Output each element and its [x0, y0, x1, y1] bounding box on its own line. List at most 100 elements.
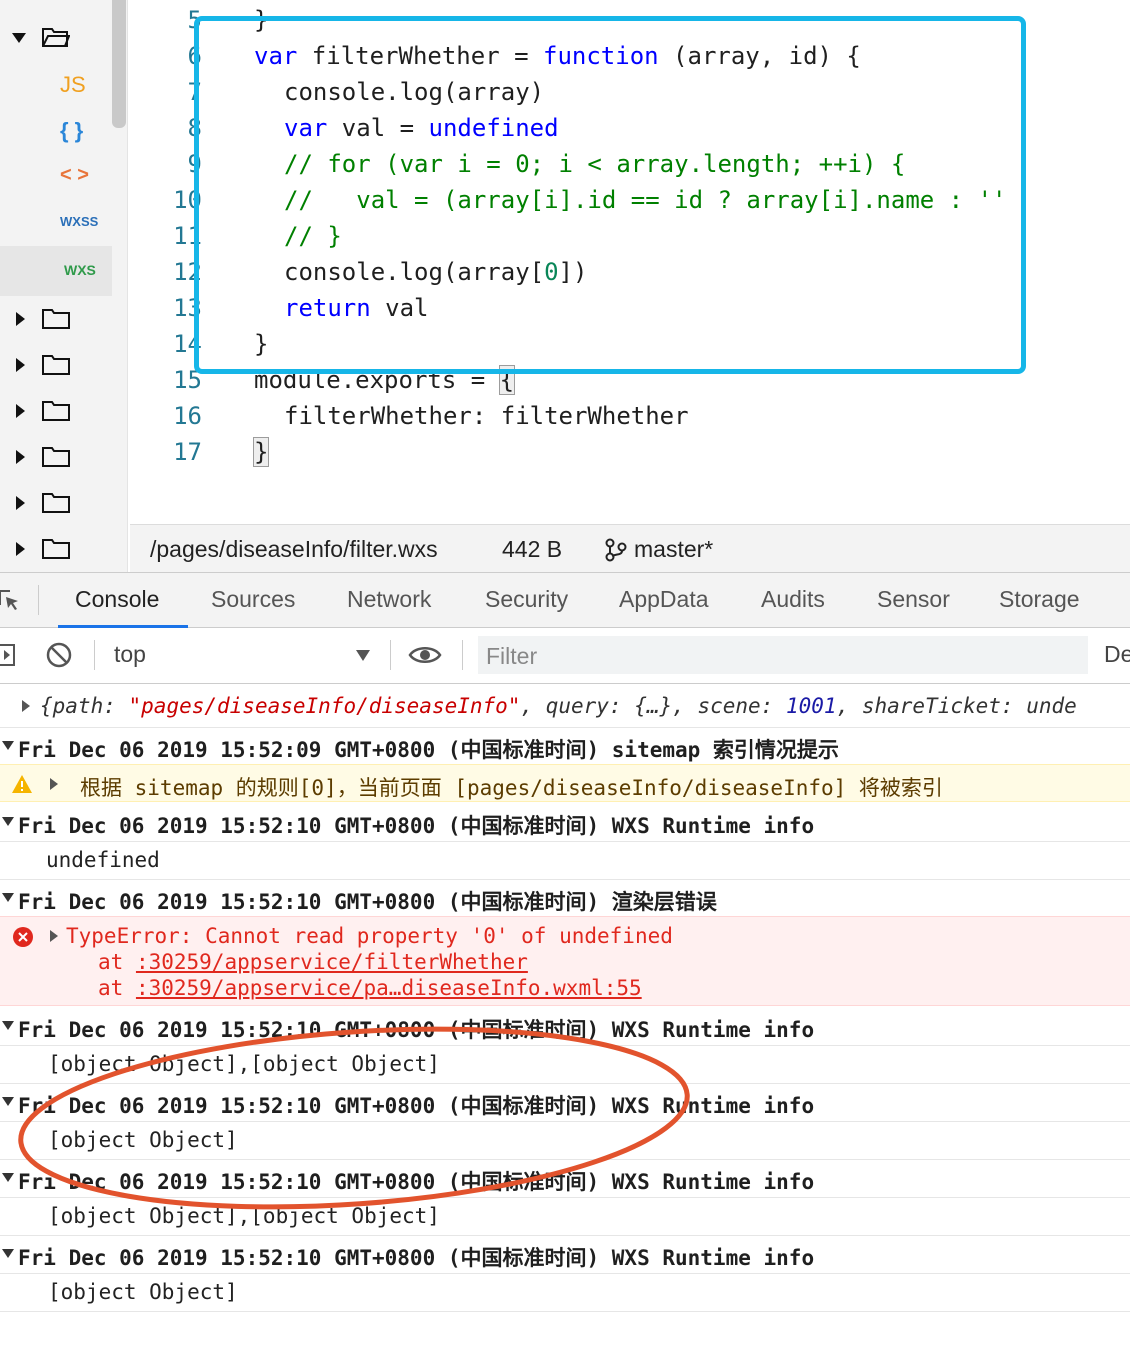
- code-text: filterWhether: filterWhether: [284, 402, 689, 430]
- clear-console-icon[interactable]: [46, 642, 72, 668]
- wxss-file-icon[interactable]: WXSS: [60, 214, 98, 229]
- folder-icon[interactable]: [42, 354, 70, 376]
- console-object-row[interactable]: {path: "pages/diseaseInfo/diseaseInfo", …: [40, 694, 1130, 718]
- file-tree-sidebar: JS { } < > WXSS WXS: [0, 0, 128, 572]
- tab-sensor[interactable]: Sensor: [877, 586, 950, 613]
- warning-icon: [12, 775, 32, 793]
- group-expand-icon[interactable]: [2, 1097, 14, 1106]
- stack-at: at: [98, 976, 136, 1000]
- folder-icon[interactable]: [42, 446, 70, 468]
- line-number: 5: [187, 6, 202, 34]
- code-line-16: filterWhether: filterWhether: [284, 402, 689, 430]
- folder-icon[interactable]: [42, 400, 70, 422]
- stack-link[interactable]: :30259/appservice/pa…diseaseInfo.wxml:55: [136, 976, 642, 1000]
- expand-object-icon[interactable]: [22, 700, 30, 712]
- group-expand-icon[interactable]: [2, 1249, 14, 1258]
- log-group-header[interactable]: Fri Dec 06 2019 15:52:10 GMT+0800 (中国标准时…: [18, 810, 1130, 840]
- folder-icon[interactable]: [42, 308, 70, 330]
- code-line-17: }: [252, 437, 270, 467]
- eye-icon[interactable]: [408, 644, 442, 666]
- group-expand-icon[interactable]: [2, 741, 14, 750]
- tab-console[interactable]: Console: [75, 586, 159, 613]
- log-group-header[interactable]: Fri Dec 06 2019 15:52:10 GMT+0800 (中国标准时…: [18, 1014, 1130, 1044]
- wxml-file-icon[interactable]: < >: [60, 164, 89, 187]
- log-message: [object Object]: [48, 1280, 238, 1304]
- object-text: , shareTicket: unde: [836, 694, 1077, 718]
- git-branch[interactable]: master*: [634, 536, 713, 563]
- expand-error-icon[interactable]: [50, 930, 58, 942]
- line-number: 7: [187, 78, 202, 106]
- line-number: 11: [173, 222, 202, 250]
- file-size: 442 B: [502, 536, 563, 562]
- json-file-icon[interactable]: { }: [60, 118, 83, 144]
- context-select[interactable]: top: [114, 641, 146, 668]
- collapse-arrow-icon[interactable]: [16, 404, 25, 418]
- group-expand-icon[interactable]: [2, 817, 14, 826]
- tab-network[interactable]: Network: [347, 586, 431, 613]
- expand-arrow-icon[interactable]: [12, 33, 26, 43]
- annotation-highlight-box: [194, 16, 1026, 374]
- object-text: , query: {…}, scene:: [520, 694, 786, 718]
- devtools-tab-bar: Console Sources Network Security AppData…: [0, 572, 1130, 628]
- folder-icon[interactable]: [42, 492, 70, 514]
- folder-icon[interactable]: [42, 538, 70, 560]
- status-bar: /pages/diseaseInfo/filter.wxs 442 B mast…: [130, 524, 1130, 573]
- log-group-header[interactable]: Fri Dec 06 2019 15:52:10 GMT+0800 (中国标准时…: [18, 1166, 1130, 1196]
- line-number: 16: [173, 402, 202, 430]
- log-message: [object Object]: [48, 1128, 238, 1152]
- git-branch-icon: [605, 538, 627, 562]
- dropdown-caret-icon[interactable]: [356, 650, 370, 661]
- log-levels-dropdown[interactable]: De: [1104, 641, 1130, 668]
- log-group-header[interactable]: Fri Dec 06 2019 15:52:10 GMT+0800 (中国标准时…: [18, 1242, 1130, 1272]
- sidebar-toggle-icon[interactable]: [0, 644, 16, 666]
- line-number: 14: [173, 330, 202, 358]
- group-expand-icon[interactable]: [2, 1173, 14, 1182]
- inspect-element-icon[interactable]: [0, 589, 22, 613]
- file-path: /pages/diseaseInfo/filter.wxs: [150, 536, 438, 562]
- stack-frame: at :30259/appservice/pa…diseaseInfo.wxml…: [98, 976, 1130, 1000]
- stack-frame: at :30259/appservice/filterWhether: [98, 950, 1130, 974]
- filter-input[interactable]: [478, 636, 1098, 676]
- group-expand-icon[interactable]: [2, 1021, 14, 1030]
- object-text: {path:: [40, 694, 129, 718]
- line-number: 17: [173, 438, 202, 466]
- tab-storage[interactable]: Storage: [999, 586, 1080, 613]
- group-expand-icon[interactable]: [2, 893, 14, 902]
- wxs-file-icon[interactable]: WXS: [64, 262, 96, 278]
- tab-sources[interactable]: Sources: [211, 586, 295, 613]
- tab-appdata[interactable]: AppData: [619, 586, 709, 613]
- line-number: 12: [173, 258, 202, 286]
- collapse-arrow-icon[interactable]: [16, 312, 25, 326]
- line-number: 8: [187, 114, 202, 142]
- log-group-header[interactable]: Fri Dec 06 2019 15:52:10 GMT+0800 (中国标准时…: [18, 1090, 1130, 1120]
- tab-audits[interactable]: Audits: [761, 586, 825, 613]
- sidebar-scrollbar[interactable]: [112, 0, 126, 128]
- collapse-arrow-icon[interactable]: [16, 542, 25, 556]
- filter-box[interactable]: [478, 636, 1098, 676]
- tab-security[interactable]: Security: [485, 586, 568, 613]
- stack-at: at: [98, 950, 136, 974]
- line-number: 9: [187, 150, 202, 178]
- line-number: 10: [173, 186, 202, 214]
- line-number: 15: [173, 366, 202, 394]
- console-toolbar: top De: [0, 628, 1130, 684]
- string-value: "pages/diseaseInfo/diseaseInfo": [128, 694, 521, 718]
- expand-warning-icon[interactable]: [50, 778, 58, 790]
- line-number: 6: [187, 42, 202, 70]
- error-icon: [13, 927, 33, 947]
- warning-message: 根据 sitemap 的规则[0]，当前页面 [pages/diseaseInf…: [80, 776, 943, 800]
- log-group-header[interactable]: Fri Dec 06 2019 15:52:09 GMT+0800 (中国标准时…: [18, 734, 1130, 764]
- collapse-arrow-icon[interactable]: [16, 358, 25, 372]
- bracket-match: }: [252, 437, 270, 467]
- stack-link[interactable]: :30259/appservice/filterWhether: [136, 950, 528, 974]
- collapse-arrow-icon[interactable]: [16, 496, 25, 510]
- collapse-arrow-icon[interactable]: [16, 450, 25, 464]
- log-message: [object Object],[object Object]: [48, 1204, 440, 1228]
- number-value: 1001: [785, 694, 837, 718]
- error-message: TypeError: Cannot read property '0' of u…: [66, 924, 673, 948]
- line-number: 13: [173, 294, 202, 322]
- js-file-icon[interactable]: JS: [60, 72, 86, 98]
- log-message: undefined: [46, 848, 160, 872]
- log-message: [object Object],[object Object]: [48, 1052, 440, 1076]
- log-group-header[interactable]: Fri Dec 06 2019 15:52:10 GMT+0800 (中国标准时…: [18, 886, 1130, 916]
